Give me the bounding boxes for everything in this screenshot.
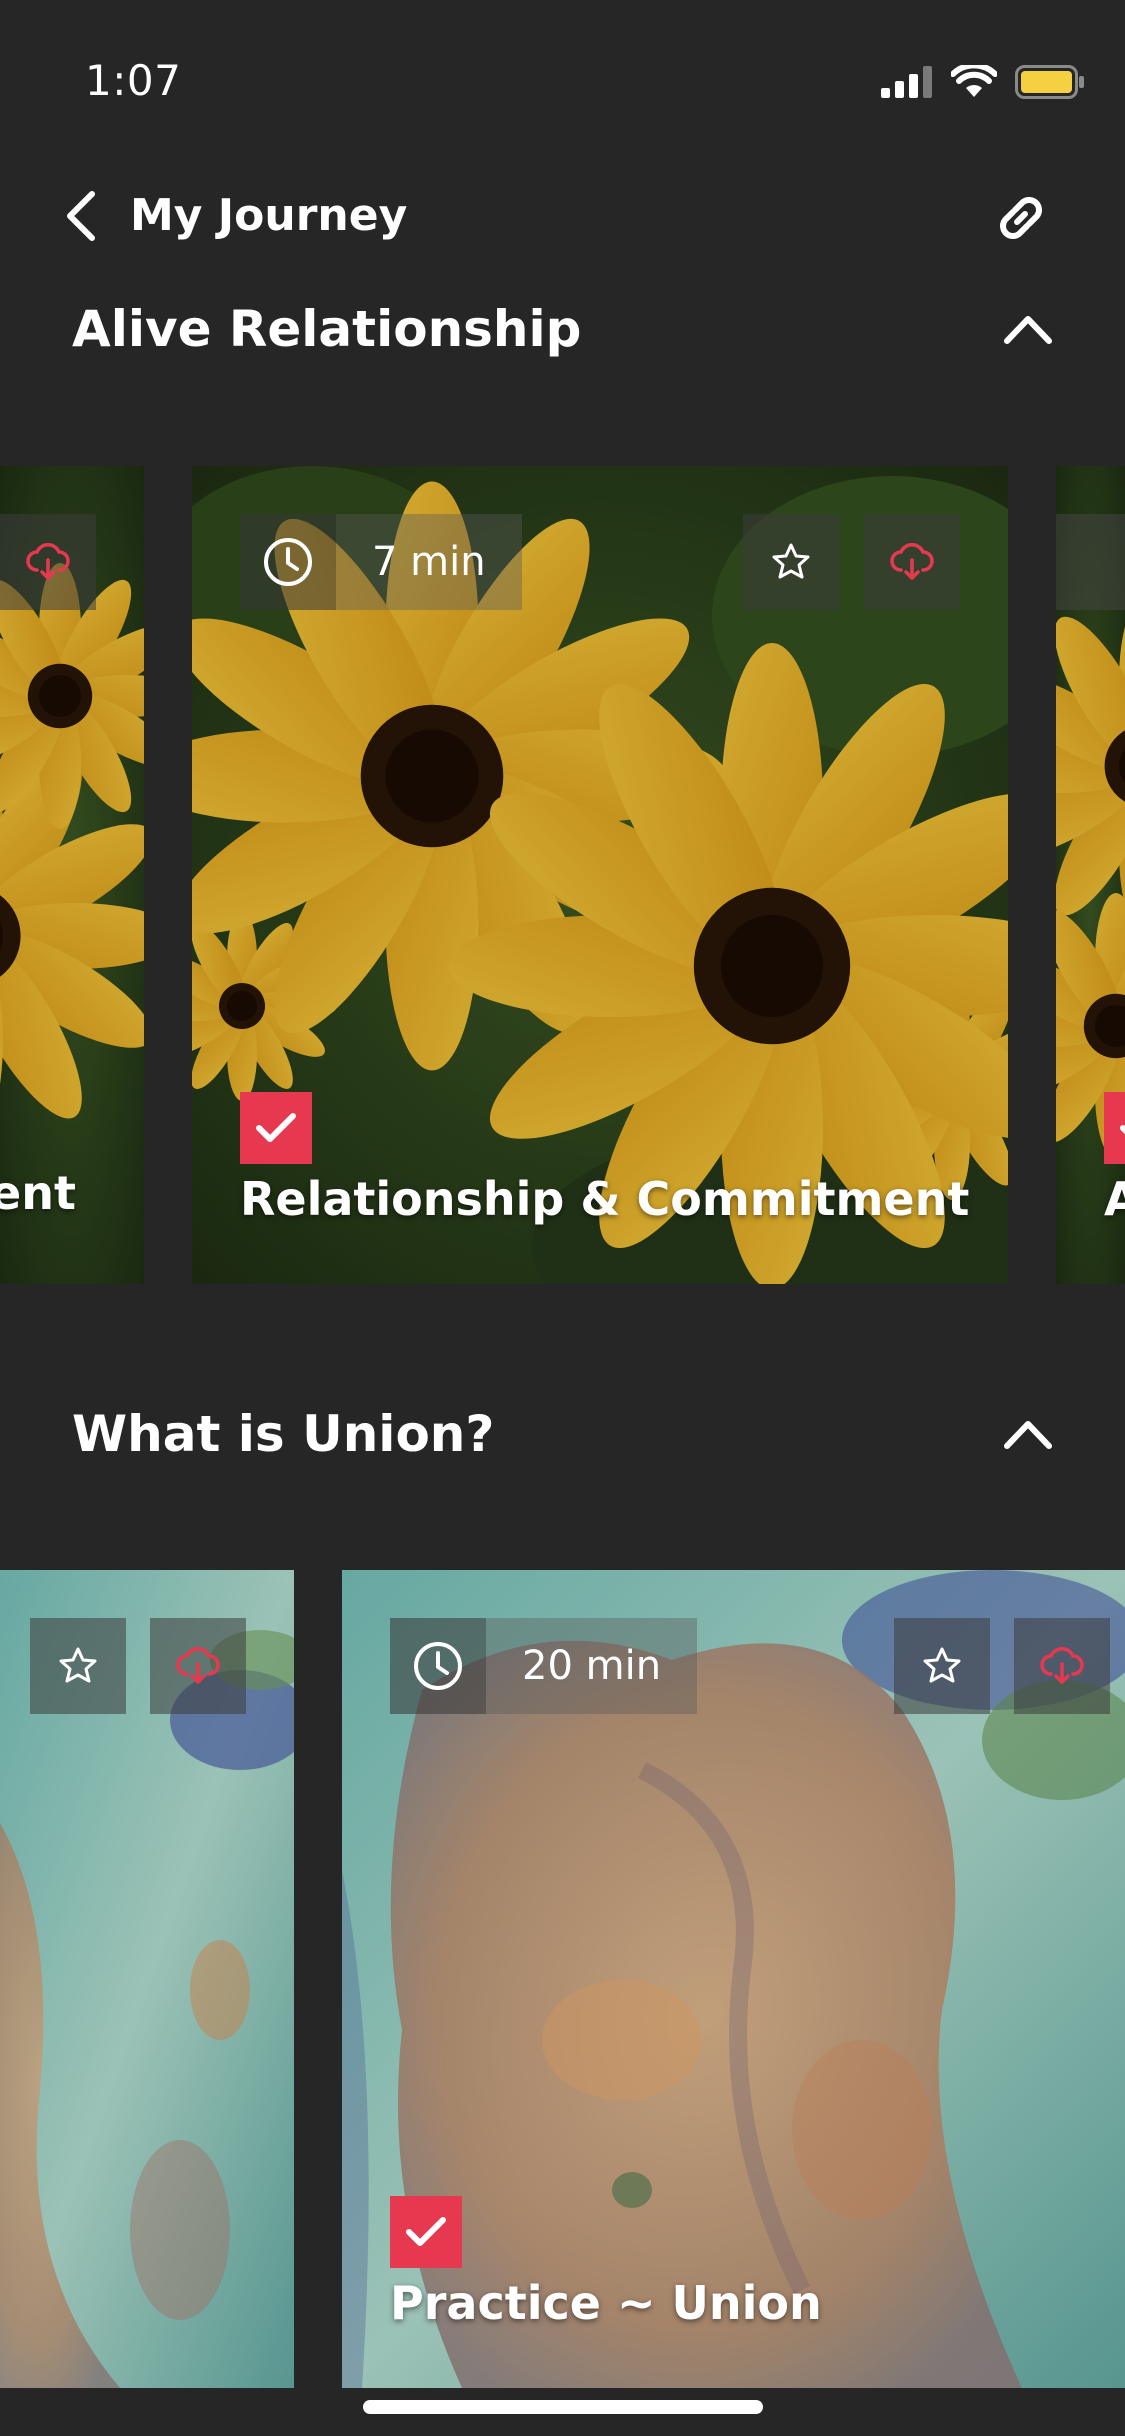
nav-title: My Journey (130, 190, 408, 241)
card-partial-left[interactable]: ent (0, 466, 144, 1284)
chevron-up-icon[interactable] (1003, 1418, 1053, 1450)
duration-label: 20 min (486, 1618, 698, 1714)
star-icon (59, 1647, 97, 1683)
clock-icon-box (240, 514, 336, 610)
card-title: ent (0, 1166, 76, 1220)
card-relationship-commitment[interactable]: 7 min Relationship & Commitment (192, 466, 1008, 1284)
section-title: Alive Relationship (72, 300, 582, 358)
status-time: 1:07 (85, 56, 182, 105)
battery-icon (1015, 65, 1084, 99)
checkmark-icon (1120, 1125, 1125, 1135)
duration-chip: 7 min (240, 514, 522, 610)
carousel-alive-relationship[interactable]: ent 7 min Relationship & Commitment A (0, 466, 1125, 1284)
card-title: Relationship & Commitment (240, 1172, 970, 1226)
cloud-download-icon (26, 543, 70, 580)
status-icons (881, 60, 1085, 104)
download-button[interactable] (1014, 1618, 1110, 1714)
checkmark-icon (406, 2217, 446, 2246)
cloud-download-icon (1040, 1647, 1084, 1684)
chevron-up-icon[interactable] (1003, 313, 1053, 345)
card-partial-left[interactable] (0, 1570, 294, 2388)
star-icon (772, 543, 810, 579)
clock-icon-box (390, 1618, 486, 1714)
chevron-left-icon[interactable] (60, 188, 100, 244)
section-header-what-is-union: What is Union? (72, 1405, 1053, 1463)
section-header-alive-relationship: Alive Relationship (72, 300, 1053, 358)
carousel-what-is-union[interactable]: 20 min Practice ~ Union (0, 1570, 1125, 2388)
download-button[interactable] (864, 514, 960, 610)
duration-label: 7 min (336, 514, 522, 610)
cloud-download-icon (890, 543, 934, 580)
star-icon (923, 1647, 961, 1683)
favorite-button[interactable] (30, 1618, 126, 1714)
card-partial-right[interactable]: A (1056, 466, 1125, 1284)
duration-chip: 20 min (390, 1618, 698, 1714)
favorite-button[interactable] (894, 1618, 990, 1714)
cloud-download-icon (176, 1647, 220, 1684)
home-indicator[interactable] (363, 2400, 763, 2414)
card-title: Practice ~ Union (390, 2276, 822, 2330)
download-button[interactable] (150, 1618, 246, 1714)
completed-checkbox[interactable] (1104, 1092, 1125, 1164)
download-button[interactable] (0, 514, 96, 610)
clock-icon (264, 538, 312, 586)
completed-checkbox[interactable] (240, 1092, 312, 1164)
section-title: What is Union? (72, 1405, 495, 1463)
screen: 1:07 My Journey Alive Relationship ent 7… (0, 0, 1125, 2436)
card-title: A (1104, 1172, 1125, 1226)
clock-icon (414, 1642, 462, 1690)
checkmark-icon (256, 1113, 296, 1142)
favorite-button[interactable] (743, 514, 839, 610)
signal-icon (881, 66, 932, 98)
link-icon[interactable] (989, 186, 1053, 250)
chip-partial (1056, 514, 1125, 610)
card-practice-union[interactable]: 20 min Practice ~ Union (342, 1570, 1125, 2388)
completed-checkbox[interactable] (390, 2196, 462, 2268)
wifi-icon (951, 65, 997, 97)
